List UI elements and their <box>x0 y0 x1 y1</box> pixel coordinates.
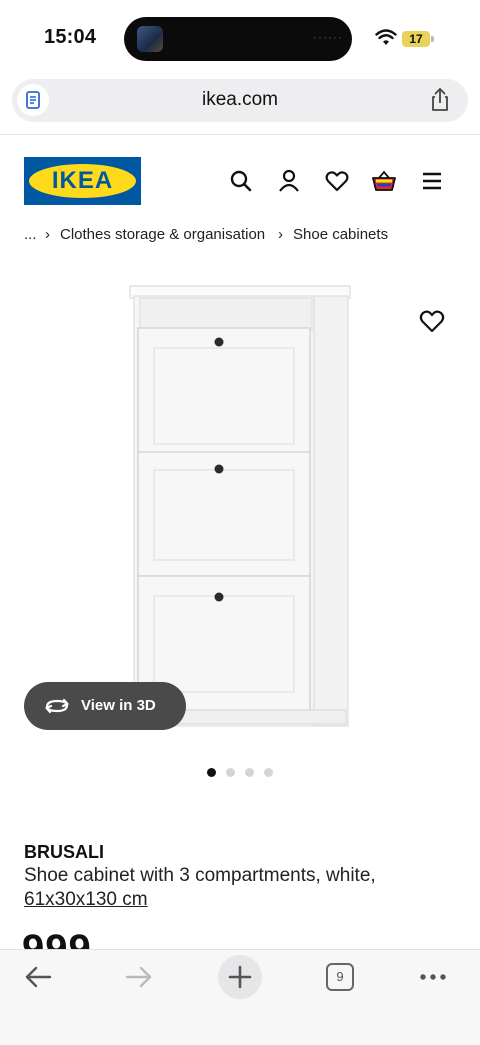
status-time: 15:04 <box>44 26 97 48</box>
search-icon[interactable] <box>228 168 254 194</box>
url-text[interactable]: ikea.com <box>0 89 480 111</box>
product-description: Shoe cabinet with 3 compartments, white, <box>24 865 376 886</box>
forward-arrow-icon[interactable] <box>124 962 154 992</box>
view-in-3d-label: View in 3D <box>81 697 156 714</box>
more-options-icon[interactable] <box>418 962 448 992</box>
divider <box>0 134 480 135</box>
product-name: BRUSALI <box>24 842 104 862</box>
gallery-dot[interactable] <box>245 768 254 777</box>
gallery-dot[interactable] <box>207 768 216 777</box>
breadcrumb-clothes-storage[interactable]: Clothes storage & organisation <box>60 226 265 243</box>
battery-level: 17 <box>402 31 430 47</box>
breadcrumb-separator: › <box>45 226 50 243</box>
rotate-3d-icon <box>45 698 69 714</box>
breadcrumb-shoe-cabinets[interactable]: Shoe cabinets <box>293 226 388 243</box>
logo-text: IKEA <box>51 167 114 194</box>
share-icon[interactable] <box>426 86 454 114</box>
gallery-dot[interactable] <box>264 768 273 777</box>
plus-icon <box>228 965 252 989</box>
breadcrumb-separator: › <box>278 226 283 243</box>
account-icon[interactable] <box>276 168 302 194</box>
product-dimensions-link[interactable]: 61x30x130 cm <box>24 889 148 911</box>
favourite-heart-icon[interactable] <box>418 307 446 335</box>
gallery-dot[interactable] <box>226 768 235 777</box>
battery-cap-icon <box>431 36 434 42</box>
back-arrow-icon[interactable] <box>23 962 53 992</box>
breadcrumb-ellipsis[interactable]: ... <box>24 226 37 243</box>
wifi-icon <box>375 29 397 45</box>
menu-icon[interactable] <box>419 168 445 194</box>
tabs-button[interactable]: 9 <box>326 963 354 991</box>
shopping-bag-icon[interactable] <box>371 168 397 194</box>
new-tab-button[interactable] <box>218 955 262 999</box>
now-playing-thumbnail <box>137 26 163 52</box>
wishlist-heart-icon[interactable] <box>324 168 350 194</box>
product-image[interactable] <box>128 284 352 746</box>
island-indicator-icon: ······ <box>313 30 343 44</box>
